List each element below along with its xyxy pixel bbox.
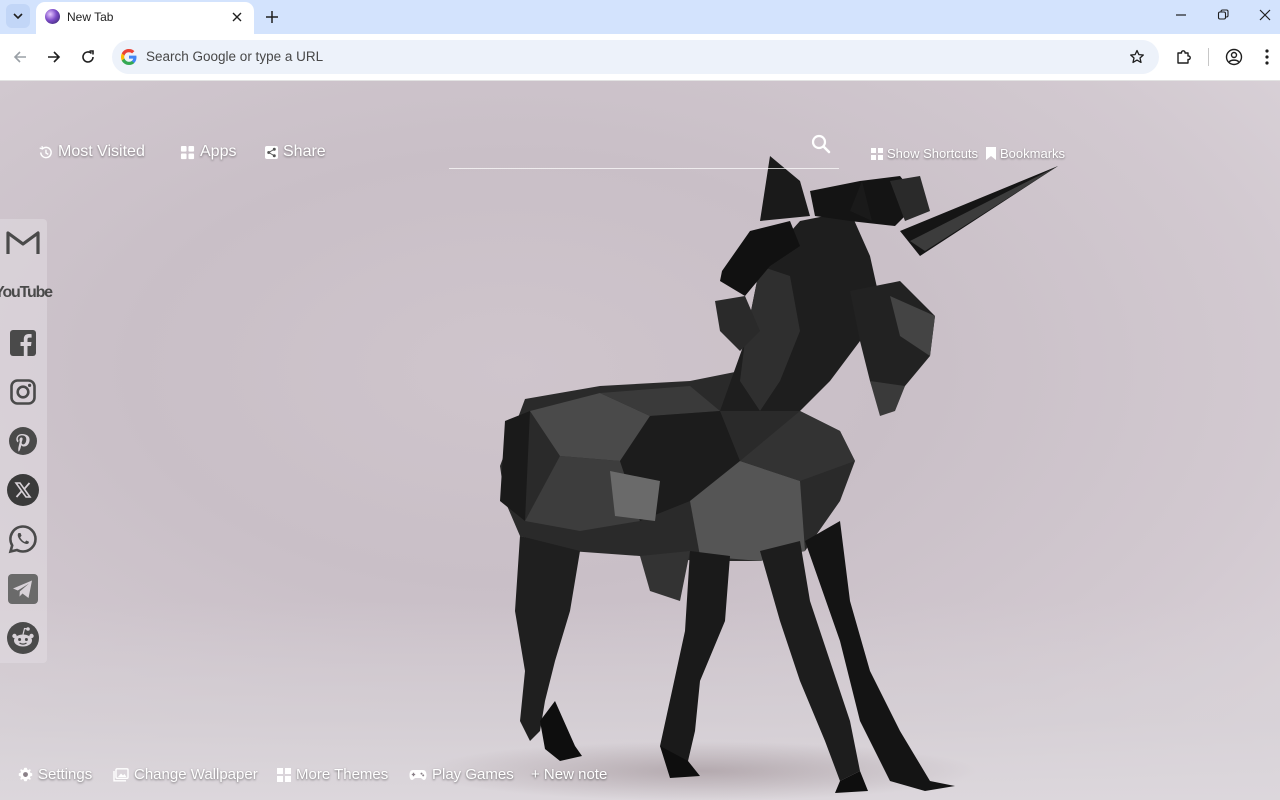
change-wallpaper-link[interactable]: Change Wallpaper (113, 766, 258, 783)
play-games-label: Play Games (432, 766, 514, 783)
share-label: Share (283, 143, 326, 160)
google-g-icon (121, 49, 137, 65)
bookmark-icon (986, 147, 996, 160)
tab-close-button[interactable] (228, 8, 246, 26)
new-tab-page: Most Visited Apps Share Show Shortcuts B… (0, 81, 1280, 800)
minimize-button[interactable] (1159, 0, 1203, 30)
apps-link[interactable]: Apps (180, 143, 236, 161)
most-visited-link[interactable]: Most Visited (38, 143, 145, 161)
close-icon (232, 12, 242, 22)
show-shortcuts-link[interactable]: Show Shortcuts (871, 146, 978, 161)
youtube-icon: YouTube (0, 284, 53, 301)
reload-button[interactable] (75, 44, 101, 70)
new-note-link[interactable]: + New note (531, 766, 607, 783)
change-wallpaper-label: Change Wallpaper (134, 766, 258, 783)
instagram-icon (10, 379, 36, 405)
search-input[interactable] (449, 168, 839, 169)
more-vertical-icon (1265, 49, 1269, 65)
back-button[interactable] (7, 44, 33, 70)
share-link[interactable]: Share (265, 143, 326, 161)
close-window-button[interactable] (1243, 0, 1280, 30)
facebook-icon (10, 330, 36, 356)
puzzle-icon (1177, 50, 1191, 64)
pinterest-icon (9, 427, 37, 455)
settings-label: Settings (38, 766, 93, 783)
history-icon (39, 145, 52, 158)
most-visited-label: Most Visited (58, 143, 145, 160)
apps-grid-icon (180, 145, 195, 159)
reload-icon (82, 50, 94, 63)
search-button[interactable] (810, 133, 832, 155)
tab-strip: New Tab (0, 0, 1280, 34)
sidebar-item-facebook[interactable] (5, 327, 41, 359)
apps-label: Apps (200, 143, 237, 160)
more-themes-link[interactable]: More Themes (277, 766, 388, 783)
forward-button[interactable] (41, 44, 67, 70)
minimize-icon (1176, 14, 1186, 16)
more-themes-label: More Themes (296, 766, 389, 783)
bookmark-star-button[interactable] (1127, 47, 1147, 67)
extensions-button[interactable] (1173, 46, 1195, 68)
sidebar-item-whatsapp[interactable] (5, 523, 41, 555)
sidebar-item-pinterest[interactable] (5, 425, 41, 457)
whatsapp-icon (8, 525, 37, 554)
plus-icon (266, 11, 278, 23)
x-icon (7, 474, 39, 506)
browser-toolbar: Search Google or type a URL (0, 34, 1280, 81)
chevron-down-icon (13, 13, 23, 20)
tab-search-button[interactable] (6, 4, 30, 28)
star-icon (1130, 49, 1144, 64)
sidebar-item-instagram[interactable] (5, 376, 41, 408)
gmail-icon (6, 231, 40, 254)
play-games-link[interactable]: Play Games (409, 766, 514, 783)
reddit-icon (7, 622, 39, 654)
restore-icon (1217, 9, 1229, 20)
arrow-left-icon (13, 51, 26, 63)
sidebar-item-youtube[interactable]: YouTube (0, 277, 53, 309)
sidebar-item-x[interactable] (5, 474, 41, 506)
search-icon (811, 134, 831, 154)
telegram-icon (8, 574, 38, 604)
menu-button[interactable] (1256, 46, 1278, 68)
gear-icon (18, 767, 33, 782)
tab-title: New Tab (67, 10, 114, 24)
omnibox-placeholder: Search Google or type a URL (146, 49, 324, 64)
gamepad-icon (409, 769, 427, 780)
restore-button[interactable] (1201, 0, 1245, 30)
address-bar[interactable]: Search Google or type a URL (112, 40, 1159, 74)
wallpaper-icon (113, 767, 129, 781)
share-icon (265, 145, 278, 159)
new-note-label: + New note (531, 766, 608, 783)
new-tab-button[interactable] (260, 5, 284, 29)
tab-favicon-icon (45, 9, 60, 24)
toolbar-divider (1208, 48, 1209, 66)
bookmarks-label: Bookmarks (1000, 146, 1066, 161)
sidebar-item-gmail[interactable] (5, 227, 41, 259)
arrow-right-icon (48, 51, 61, 63)
sidebar-item-reddit[interactable] (5, 622, 41, 654)
show-shortcuts-label: Show Shortcuts (887, 146, 979, 161)
unicorn-wallpaper (500, 156, 1058, 793)
close-icon (1259, 9, 1271, 21)
profile-button[interactable] (1223, 46, 1245, 68)
settings-link[interactable]: Settings (18, 766, 92, 783)
social-sidebar: YouTube (0, 219, 53, 663)
themes-grid-icon (277, 767, 291, 782)
bookmarks-link[interactable]: Bookmarks (986, 146, 1065, 161)
sidebar-item-telegram[interactable] (5, 573, 41, 605)
profile-icon (1225, 48, 1243, 66)
shortcuts-grid-icon (871, 147, 883, 160)
active-tab[interactable]: New Tab (36, 2, 254, 34)
